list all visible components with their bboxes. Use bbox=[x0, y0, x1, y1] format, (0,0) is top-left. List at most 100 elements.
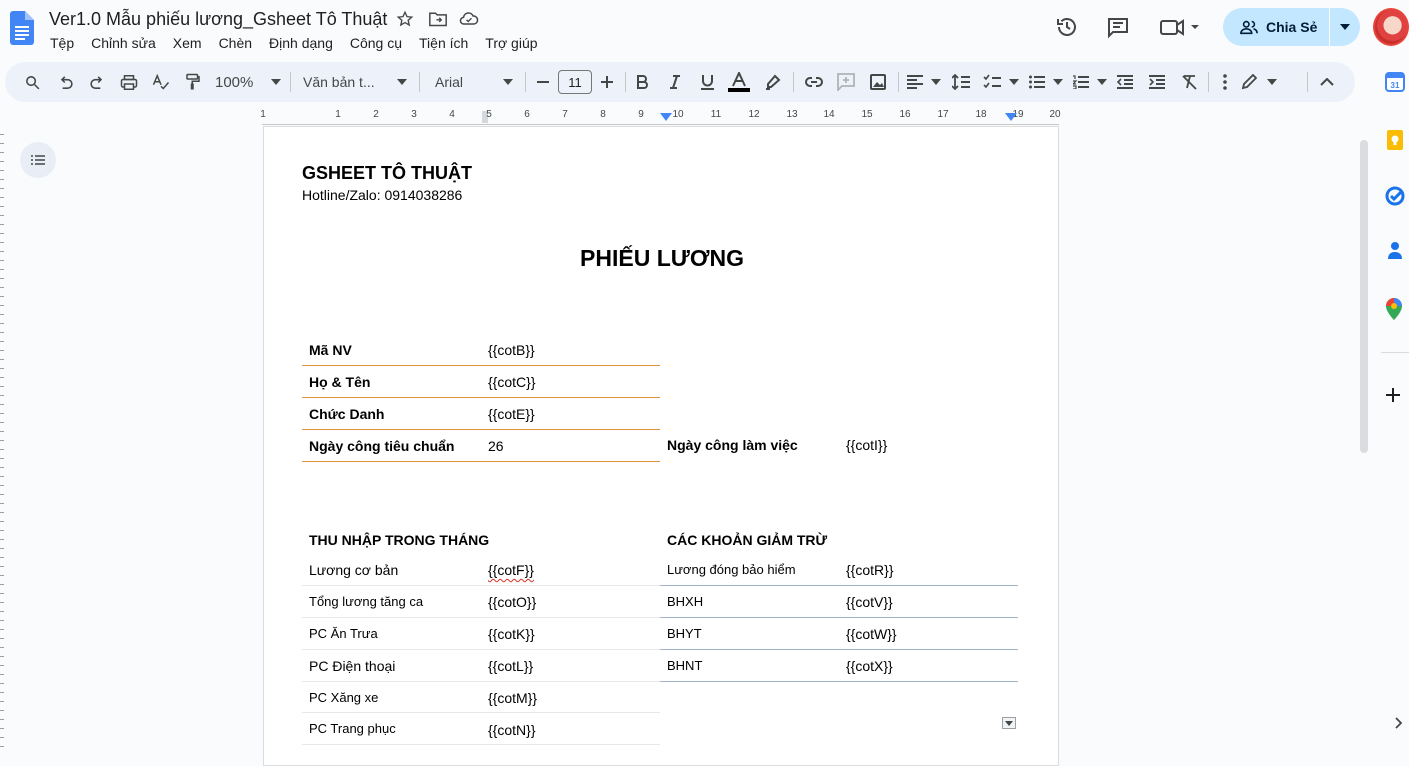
underline-icon[interactable] bbox=[697, 70, 717, 94]
docs-logo-icon[interactable] bbox=[10, 11, 34, 45]
contacts-icon[interactable] bbox=[1385, 240, 1405, 265]
standard-workdays-value: 26 bbox=[488, 438, 504, 454]
align-select[interactable] bbox=[907, 70, 941, 94]
more-options-icon[interactable] bbox=[1219, 70, 1231, 94]
paragraph-style-select[interactable]: Văn bản t... bbox=[303, 70, 407, 94]
paint-format-icon[interactable] bbox=[182, 70, 204, 94]
table-row-divider bbox=[660, 649, 1018, 650]
share-button[interactable]: Chia Sẻ bbox=[1223, 8, 1360, 46]
decrease-font-size-button[interactable] bbox=[533, 70, 553, 94]
employee-id-value: {{cotB}} bbox=[488, 342, 535, 358]
payslip-title: PHIẾU LƯƠNG bbox=[580, 245, 744, 271]
menu-bar: Tệp Chỉnh sửa Xem Chèn Định dạng Công cụ… bbox=[50, 35, 555, 51]
menu-edit[interactable]: Chỉnh sửa bbox=[91, 35, 156, 51]
income-label-phone: PC Điện thoại bbox=[309, 658, 396, 674]
hide-menus-icon[interactable] bbox=[1317, 70, 1337, 94]
align-left-icon bbox=[907, 75, 923, 89]
menu-tools[interactable]: Công cụ bbox=[350, 35, 402, 51]
calendar-icon[interactable]: 31 bbox=[1385, 72, 1405, 97]
increase-font-size-button[interactable] bbox=[597, 70, 617, 94]
table-row-divider bbox=[302, 712, 660, 713]
actual-workdays-label: Ngày công làm việc bbox=[667, 437, 798, 453]
menu-extensions[interactable]: Tiện ích bbox=[419, 35, 468, 51]
line-spacing-icon[interactable] bbox=[951, 70, 971, 94]
document-page[interactable]: GSHEET TÔ THUẬT Hotline/Zalo: 0914038286… bbox=[263, 126, 1059, 766]
share-dropdown-button[interactable] bbox=[1330, 24, 1360, 30]
right-indent-marker-icon[interactable] bbox=[1005, 113, 1017, 123]
search-menus-icon[interactable] bbox=[21, 70, 43, 94]
italic-icon[interactable] bbox=[665, 70, 685, 94]
menu-insert[interactable]: Chèn bbox=[219, 35, 252, 51]
highlight-color-icon[interactable] bbox=[763, 70, 783, 94]
font-size-input[interactable]: 11 bbox=[558, 70, 592, 94]
comments-icon[interactable] bbox=[1106, 15, 1132, 41]
spellcheck-icon[interactable] bbox=[150, 70, 172, 94]
income-value-lunch: {{cotK}} bbox=[488, 626, 535, 642]
print-icon[interactable] bbox=[118, 70, 140, 94]
add-comment-icon[interactable] bbox=[835, 70, 857, 94]
ruler-label: 6 bbox=[524, 109, 530, 120]
insert-link-icon[interactable] bbox=[803, 70, 825, 94]
bulleted-list-select[interactable] bbox=[1029, 70, 1063, 94]
paragraph-style-value: Văn bản t... bbox=[303, 74, 375, 90]
vertical-scrollbar[interactable] bbox=[1360, 140, 1368, 453]
expand-panel-icon[interactable] bbox=[1395, 716, 1403, 734]
vertical-ruler[interactable] bbox=[0, 126, 4, 751]
star-icon[interactable] bbox=[396, 10, 416, 30]
zoom-select[interactable]: 100% bbox=[215, 70, 281, 94]
menu-format[interactable]: Định dạng bbox=[269, 35, 333, 51]
ruler-label: 16 bbox=[899, 109, 911, 120]
font-family-select[interactable]: Arial bbox=[435, 70, 513, 94]
ruler-label: 15 bbox=[861, 109, 873, 120]
numbered-list-select[interactable] bbox=[1073, 70, 1107, 94]
toolbar-divider bbox=[1307, 72, 1308, 92]
ruler-label: 18 bbox=[975, 109, 987, 120]
pencil-icon bbox=[1241, 74, 1257, 90]
toolbar-divider bbox=[525, 72, 526, 92]
avatar[interactable] bbox=[1373, 8, 1409, 46]
bold-icon[interactable] bbox=[633, 70, 653, 94]
ruler-label: 12 bbox=[748, 109, 760, 120]
share-main-button[interactable]: Chia Sẻ bbox=[1223, 8, 1329, 46]
column-marker-icon[interactable] bbox=[660, 113, 672, 123]
font-family-value: Arial bbox=[435, 74, 464, 90]
horizontal-ruler[interactable]: 1 1 2 3 4 5 6 7 8 9 10 11 12 13 14 15 16… bbox=[260, 107, 1061, 125]
caret-down-icon bbox=[1053, 79, 1063, 85]
outline-list-icon bbox=[31, 155, 45, 165]
deduction-label-bhnt: BHNT bbox=[667, 658, 703, 673]
version-history-icon[interactable] bbox=[1055, 15, 1081, 41]
svg-text:31: 31 bbox=[1391, 81, 1400, 90]
cloud-saved-icon[interactable] bbox=[459, 10, 479, 30]
full-name-label: Họ & Tên bbox=[309, 374, 371, 390]
move-folder-icon[interactable] bbox=[428, 10, 448, 30]
numbered-list-icon bbox=[1073, 75, 1089, 89]
redo-icon[interactable] bbox=[86, 70, 108, 94]
text-color-icon[interactable] bbox=[727, 70, 751, 94]
income-label-fuel: PC Xăng xe bbox=[309, 690, 379, 705]
toolbar-divider bbox=[1208, 72, 1209, 92]
table-row-divider bbox=[302, 649, 660, 650]
keep-icon[interactable] bbox=[1385, 130, 1405, 157]
increase-indent-icon[interactable] bbox=[1147, 70, 1167, 94]
ruler-label: 9 bbox=[638, 109, 644, 120]
decrease-indent-icon[interactable] bbox=[1115, 70, 1135, 94]
clear-formatting-icon[interactable] bbox=[1179, 70, 1199, 94]
document-title[interactable]: Ver1.0 Mẫu phiếu lương_Gsheet Tô Thuật bbox=[49, 9, 387, 30]
document-outline-button[interactable] bbox=[20, 142, 56, 178]
editing-mode-select[interactable] bbox=[1241, 70, 1277, 94]
undo-icon[interactable] bbox=[54, 70, 76, 94]
maps-icon[interactable] bbox=[1385, 298, 1403, 325]
tasks-icon[interactable] bbox=[1385, 186, 1405, 211]
insert-image-icon[interactable] bbox=[867, 70, 889, 94]
menu-help[interactable]: Trợ giúp bbox=[485, 35, 537, 51]
meet-icon[interactable] bbox=[1160, 15, 1204, 41]
table-options-button[interactable] bbox=[1002, 717, 1016, 729]
menu-file[interactable]: Tệp bbox=[50, 35, 74, 51]
job-title-label: Chức Danh bbox=[309, 406, 385, 422]
checklist-select[interactable] bbox=[983, 70, 1019, 94]
add-addon-icon[interactable] bbox=[1385, 387, 1401, 408]
menu-view[interactable]: Xem bbox=[173, 35, 202, 51]
caret-down-icon bbox=[1005, 720, 1013, 726]
deductions-header: CÁC KHOẢN GIẢM TRỪ bbox=[667, 532, 828, 548]
deduction-label-insured-salary: Lương đóng bảo hiểm bbox=[667, 562, 796, 577]
